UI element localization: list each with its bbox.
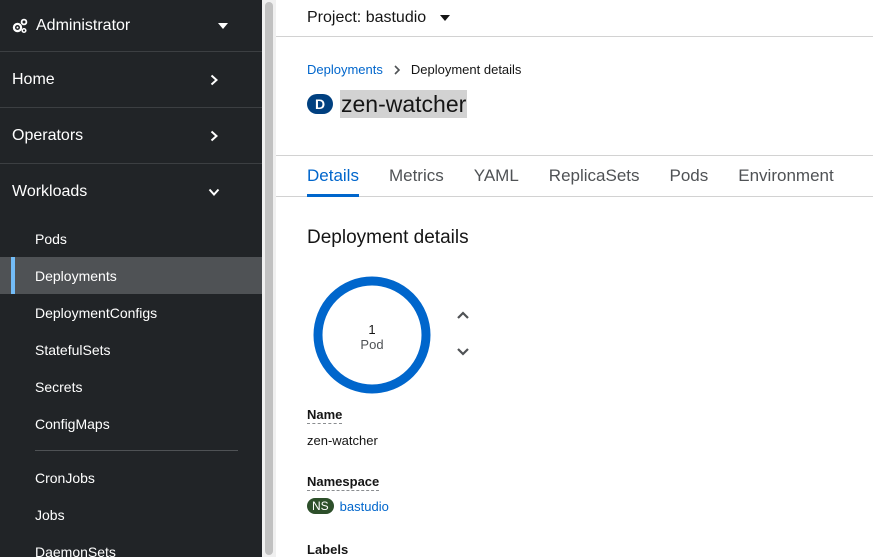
- sidebar-item-statefulsets[interactable]: StatefulSets: [0, 331, 262, 368]
- sidebar-item-jobs[interactable]: Jobs: [0, 496, 262, 533]
- nav-section-workloads[interactable]: Workloads: [0, 164, 262, 220]
- tab-metrics[interactable]: Metrics: [389, 156, 444, 196]
- namespace-badge: NS: [307, 498, 334, 514]
- chevron-right-icon: [208, 74, 220, 86]
- chevron-down-icon: [208, 186, 220, 198]
- tab-replicasets[interactable]: ReplicaSets: [549, 156, 640, 196]
- chevron-right-icon: [393, 64, 401, 75]
- tab-details[interactable]: Details: [307, 156, 359, 197]
- pod-unit: Pod: [360, 337, 384, 352]
- sidebar-item-deployments[interactable]: Deployments: [0, 257, 262, 294]
- resource-badge: D: [307, 94, 333, 114]
- sidebar-item-deploymentconfigs[interactable]: DeploymentConfigs: [0, 294, 262, 331]
- page-title-row: D zen-watcher: [307, 90, 468, 118]
- main-content: Project: bastudio Deployments Deployment…: [276, 0, 873, 557]
- name-value: zen-watcher: [307, 433, 378, 448]
- nav-section-label: Workloads: [12, 183, 88, 200]
- project-selector[interactable]: Project: bastudio: [307, 9, 426, 27]
- nav-section-operators[interactable]: Operators: [0, 108, 262, 164]
- scale-down-icon[interactable]: [456, 345, 470, 359]
- caret-down-icon[interactable]: [440, 15, 451, 21]
- gears-icon: [12, 18, 28, 34]
- sidebar-item-pods[interactable]: Pods: [0, 220, 262, 257]
- sidebar-item-daemonsets[interactable]: DaemonSets: [0, 533, 262, 557]
- nav-section-home[interactable]: Home: [0, 52, 262, 108]
- sidebar-item-configmaps[interactable]: ConfigMaps: [0, 405, 262, 442]
- sidebar: Administrator Home Operators Workloads P…: [0, 0, 262, 557]
- sidebar-scrollbar[interactable]: [262, 0, 276, 557]
- chevron-right-icon: [208, 130, 220, 142]
- namespace-link[interactable]: bastudio: [340, 499, 389, 514]
- breadcrumb-current: Deployment details: [410, 62, 522, 77]
- tab-environment[interactable]: Environment: [738, 156, 833, 196]
- scale-up-icon[interactable]: [456, 308, 470, 322]
- sidebar-divider: [35, 450, 238, 451]
- page-title: zen-watcher: [340, 90, 468, 118]
- section-title: Deployment details: [307, 227, 469, 248]
- sidebar-item-secrets[interactable]: Secrets: [0, 368, 262, 405]
- caret-down-icon: [218, 22, 228, 29]
- name-label: Name: [307, 407, 343, 424]
- project-bar: Project: bastudio: [276, 0, 873, 37]
- breadcrumb: Deployments Deployment details: [307, 62, 521, 77]
- breadcrumb-link-deployments[interactable]: Deployments: [307, 62, 383, 77]
- scrollbar-thumb[interactable]: [265, 2, 273, 555]
- namespace-value: NS bastudio: [307, 498, 389, 514]
- perspective-label: Administrator: [36, 16, 131, 34]
- pod-count: 1: [368, 322, 376, 337]
- sidebar-item-cronjobs[interactable]: CronJobs: [0, 459, 262, 496]
- tab-yaml[interactable]: YAML: [474, 156, 519, 196]
- nav-section-label: Operators: [12, 126, 84, 144]
- tab-bar: Details Metrics YAML ReplicaSets Pods En…: [276, 155, 873, 197]
- tab-pods[interactable]: Pods: [670, 156, 709, 196]
- labels-label: Labels: [307, 542, 349, 557]
- nav-section-label: Home: [12, 70, 55, 88]
- perspective-switcher[interactable]: Administrator: [0, 0, 262, 52]
- namespace-label: Namespace: [307, 474, 380, 491]
